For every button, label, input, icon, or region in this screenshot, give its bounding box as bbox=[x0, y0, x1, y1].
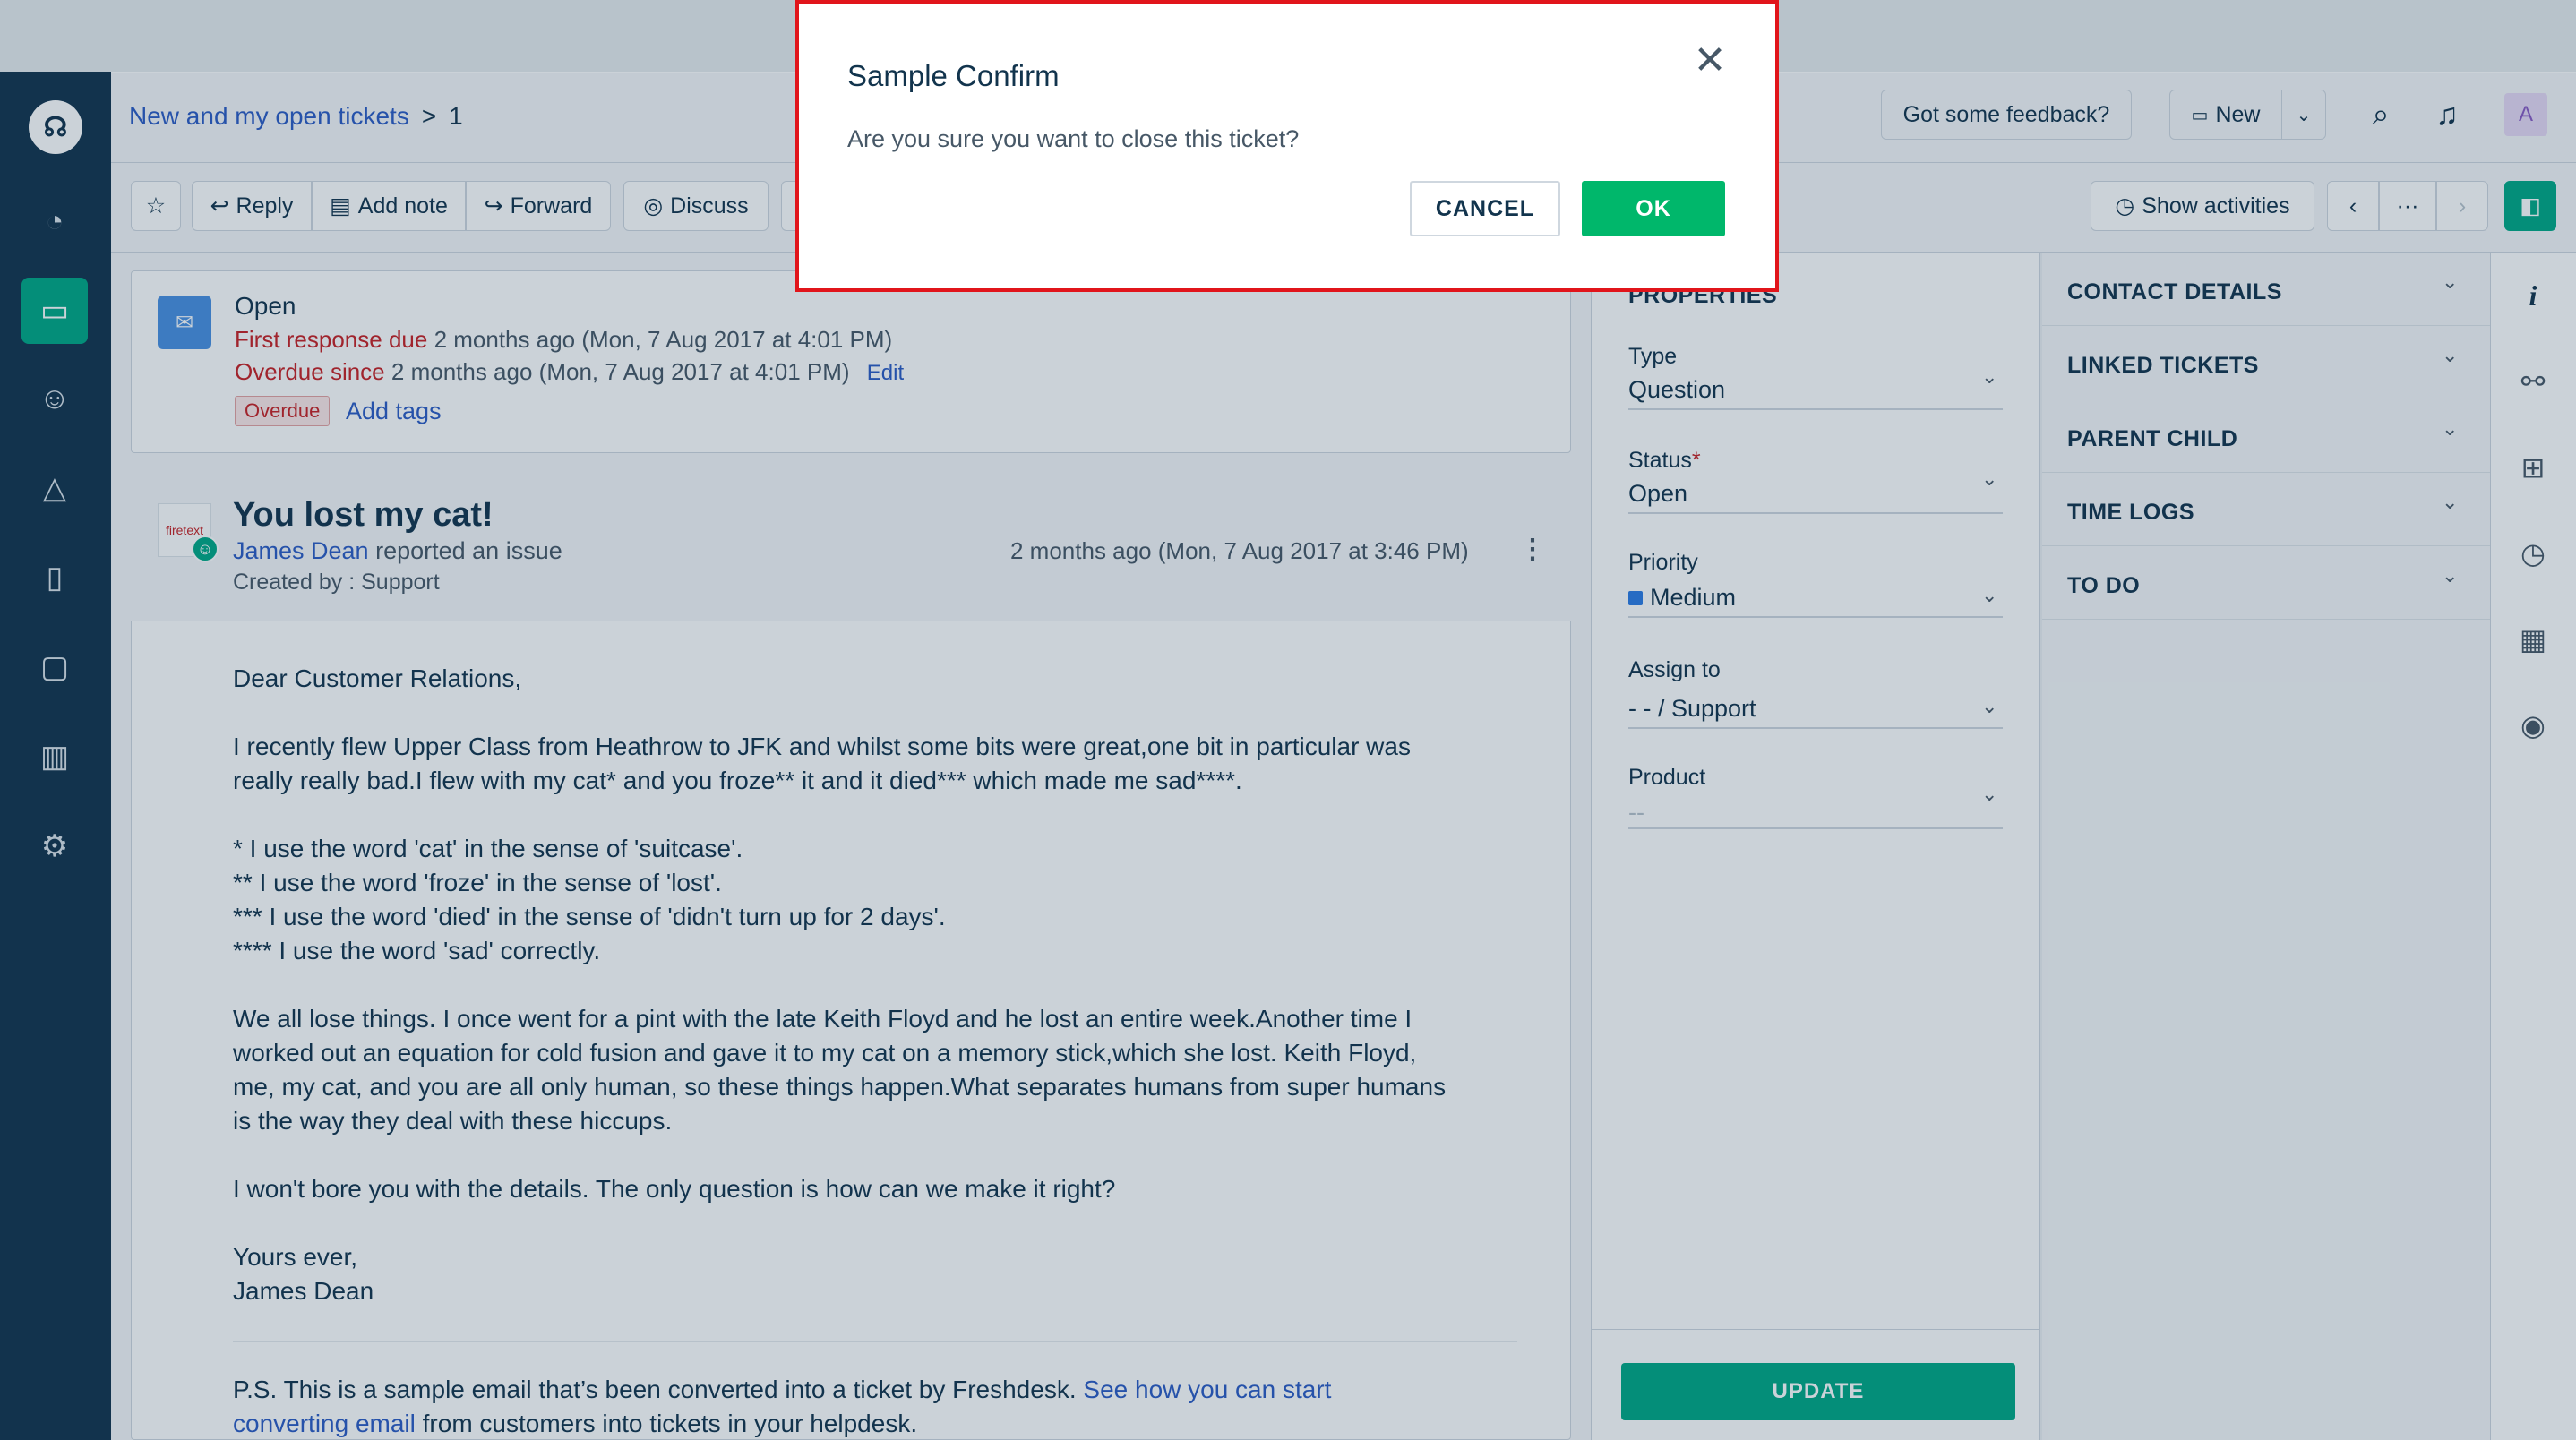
cancel-button[interactable]: CANCEL bbox=[1410, 181, 1560, 236]
dialog-title: Sample Confirm bbox=[847, 59, 1060, 92]
ok-button[interactable]: OK bbox=[1582, 181, 1725, 236]
dialog-message: Are you sure you want to close this tick… bbox=[847, 125, 1300, 152]
close-icon[interactable]: ✕ bbox=[1689, 39, 1730, 82]
